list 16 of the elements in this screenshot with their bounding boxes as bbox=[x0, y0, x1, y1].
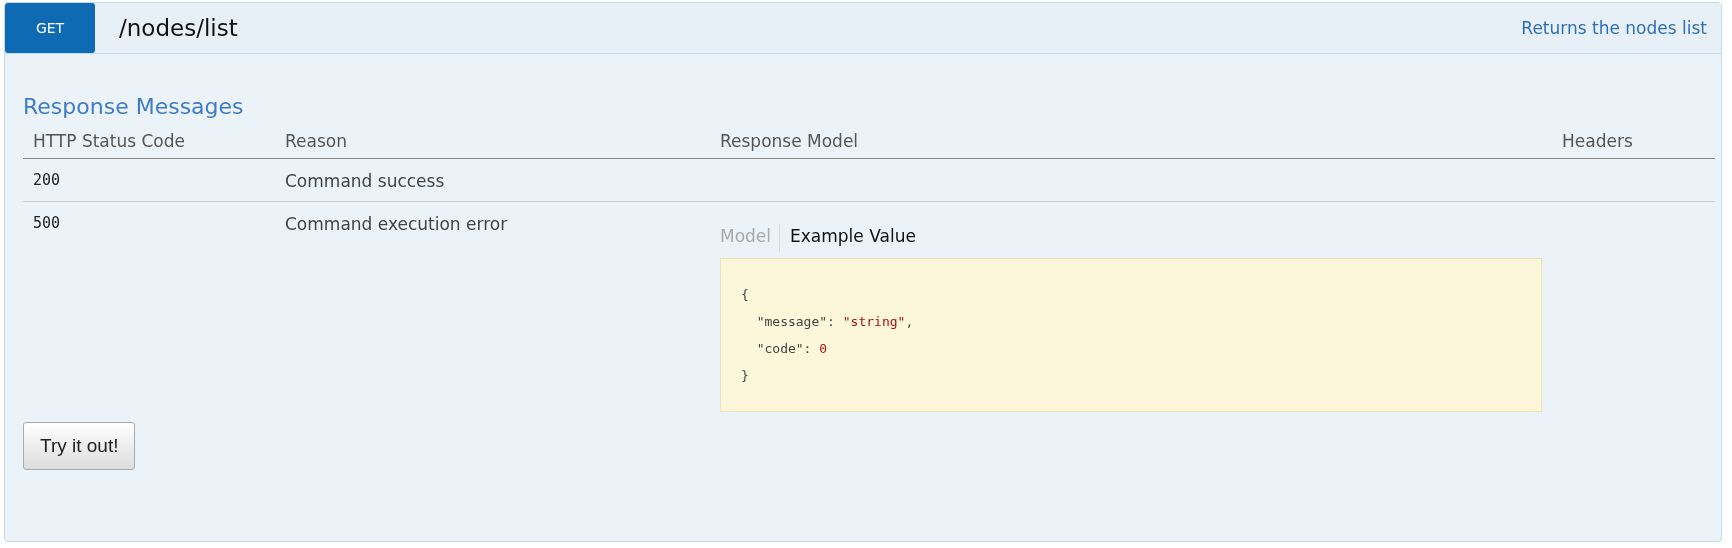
operation-header[interactable]: GET /nodes/list Returns the nodes list bbox=[5, 3, 1721, 54]
endpoint-path[interactable]: /nodes/list bbox=[119, 15, 238, 41]
reason-cell: Command execution error bbox=[275, 201, 710, 422]
reason-cell: Command success bbox=[275, 158, 710, 202]
column-header: HTTP Status Code bbox=[23, 123, 275, 159]
try-it-out-button[interactable]: Try it out! bbox=[23, 422, 136, 470]
column-header: Reason bbox=[275, 123, 710, 159]
status-code-cell: 200 bbox=[23, 158, 275, 202]
section-title: Response Messages bbox=[23, 94, 245, 119]
example-code-block: { "message": "string", "code": 0 } bbox=[720, 258, 1542, 412]
column-header: Response Model bbox=[710, 123, 1552, 159]
model-tab[interactable]: Example Value bbox=[779, 224, 924, 252]
column-header: Headers bbox=[1552, 123, 1715, 159]
method-badge: GET bbox=[5, 3, 95, 53]
status-code-cell: 500 bbox=[23, 201, 275, 422]
endpoint-summary[interactable]: Returns the nodes list bbox=[1521, 18, 1707, 38]
